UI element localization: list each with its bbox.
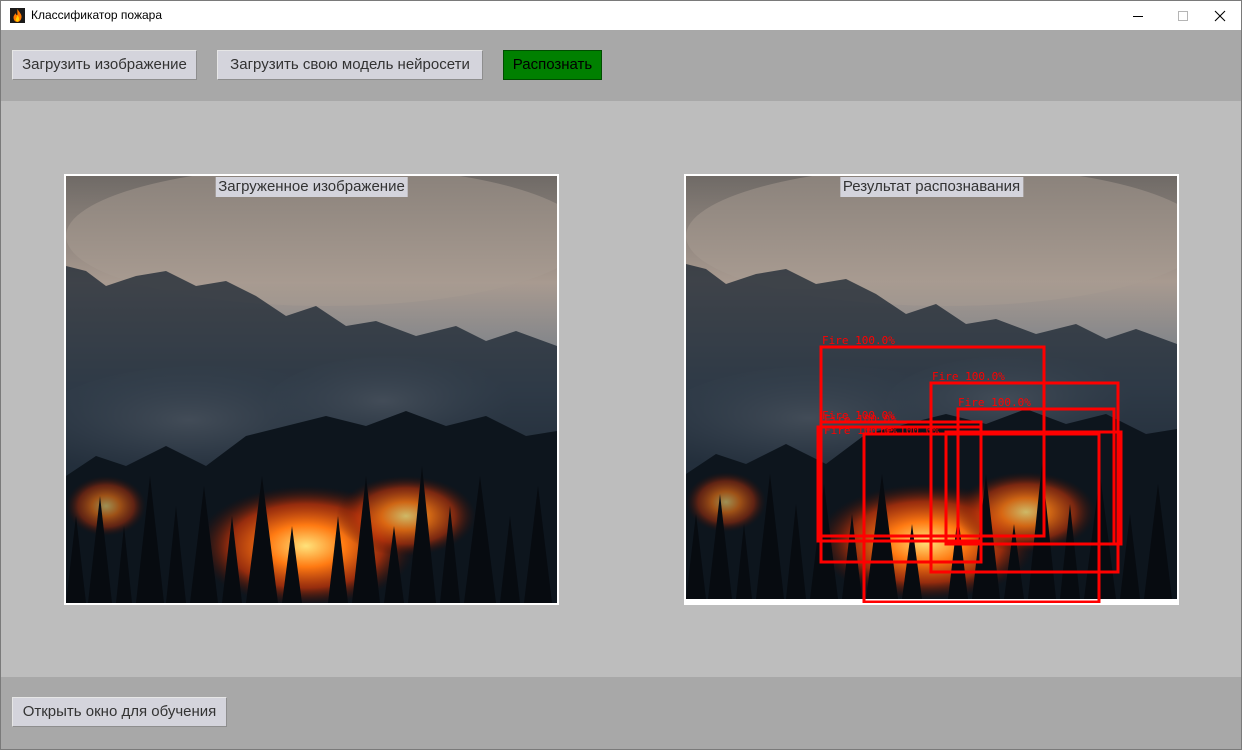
bottom-bar: Открыть окно для обучения <box>1 677 1241 749</box>
detection-label: Fire 100.0% <box>822 334 895 347</box>
load-image-button[interactable]: Загрузить изображение <box>12 50 197 80</box>
detection-label: Fire 100.0% <box>866 424 939 437</box>
main-area: Загруженное изображение Fire 100.0% Fire… <box>1 101 1241 677</box>
minimize-icon[interactable] <box>1115 1 1160 30</box>
load-model-button[interactable]: Загрузить свою модель нейросети <box>217 50 483 80</box>
detection-label: Fire 100.0% <box>932 370 1005 383</box>
input-image-panel: Загруженное изображение <box>64 174 559 605</box>
window-title: Классификатор пожара <box>31 8 162 22</box>
forest-fire-image <box>66 176 557 603</box>
input-image-caption: Загруженное изображение <box>215 177 408 197</box>
toolbar: Загрузить изображение Загрузить свою мод… <box>1 30 1241 101</box>
result-image-panel: Fire 100.0% Fire 100.0% Fire 100.0% Fire… <box>684 174 1179 605</box>
result-image-caption: Результат распознавания <box>839 177 1024 197</box>
app-window: Классификатор пожара Загрузить изображен… <box>0 0 1242 750</box>
result-image: Fire 100.0% Fire 100.0% Fire 100.0% Fire… <box>686 176 1177 603</box>
close-icon[interactable] <box>1197 1 1241 30</box>
recognize-button[interactable]: Распознать <box>503 50 602 80</box>
detection-label: Fire 100.0% <box>958 396 1031 409</box>
title-bar[interactable]: Классификатор пожара <box>1 1 1241 30</box>
fire-icon <box>10 8 25 23</box>
open-training-window-button[interactable]: Открыть окно для обучения <box>12 697 227 727</box>
